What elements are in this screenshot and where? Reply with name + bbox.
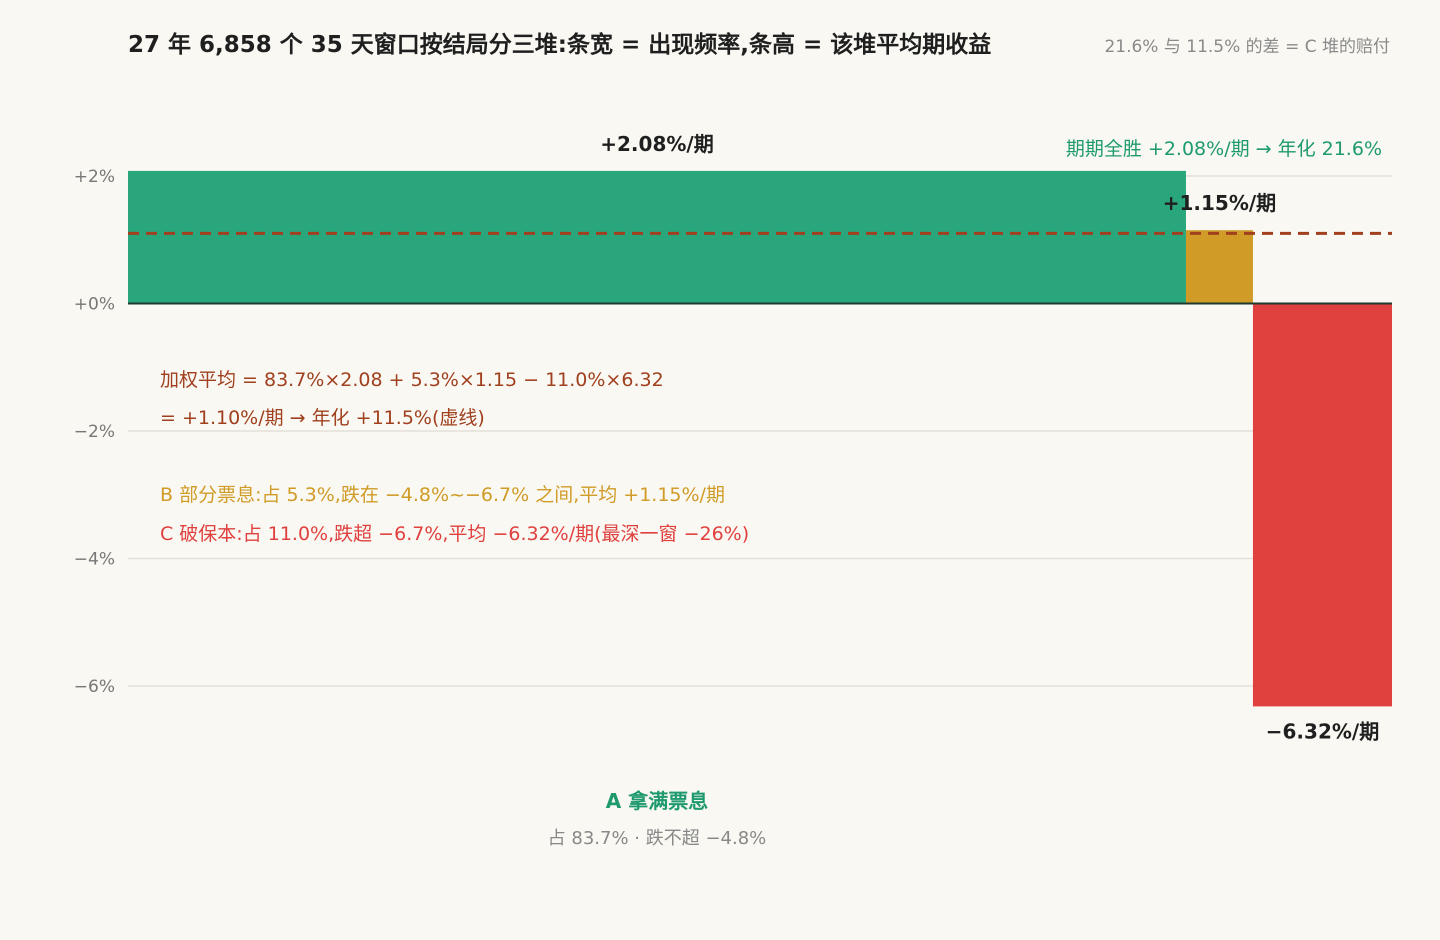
y-axis-ticks: +2% +0% −2% −4% −6% [74,167,115,697]
chart-title: 27 年 6,858 个 35 天窗口按结局分三堆:条宽 = 出现频率,条高 =… [128,31,991,58]
mekko-chart: 27 年 6,858 个 35 天窗口按结局分三堆:条宽 = 出现频率,条高 =… [74,31,1392,849]
y-tick-label: −4% [74,550,115,570]
bar-B [1185,230,1253,304]
weighted-average-formula: 加权平均 = 83.7%×2.08 + 5.3%×1.15 − 11.0%×6.… [160,369,664,391]
bar-label-A: +2.08%/期 [600,132,713,156]
group-a-name: A 拿满票息 [606,789,708,813]
group-a-detail: 占 83.7% · 跌不超 −4.8% [548,828,767,849]
y-tick-label: +0% [74,295,115,315]
note-group-c: C 破保本:占 11.0%,跌超 −6.7%,平均 −6.32%/期(最深一窗 … [160,523,749,545]
bar-label-C: −6.32%/期 [1266,719,1379,743]
note-group-b: B 部分票息:占 5.3%,跌在 −4.8%~−6.7% 之间,平均 +1.15… [160,484,725,506]
weighted-average-result: = +1.10%/期 → 年化 +11.5%(虚线) [160,407,485,429]
y-tick-label: +2% [74,167,115,187]
bar-A [128,170,1186,304]
bars [128,170,1392,707]
bar-C [1252,303,1392,707]
chart-subtitle: 21.6% 与 11.5% 的差 = C 堆的赔付 [1104,37,1390,57]
all-win-note: 期期全胜 +2.08%/期 → 年化 21.6% [1066,138,1382,160]
bar-label-B: +1.15%/期 [1163,191,1276,215]
y-tick-label: −6% [74,677,115,697]
y-tick-label: −2% [74,422,115,442]
